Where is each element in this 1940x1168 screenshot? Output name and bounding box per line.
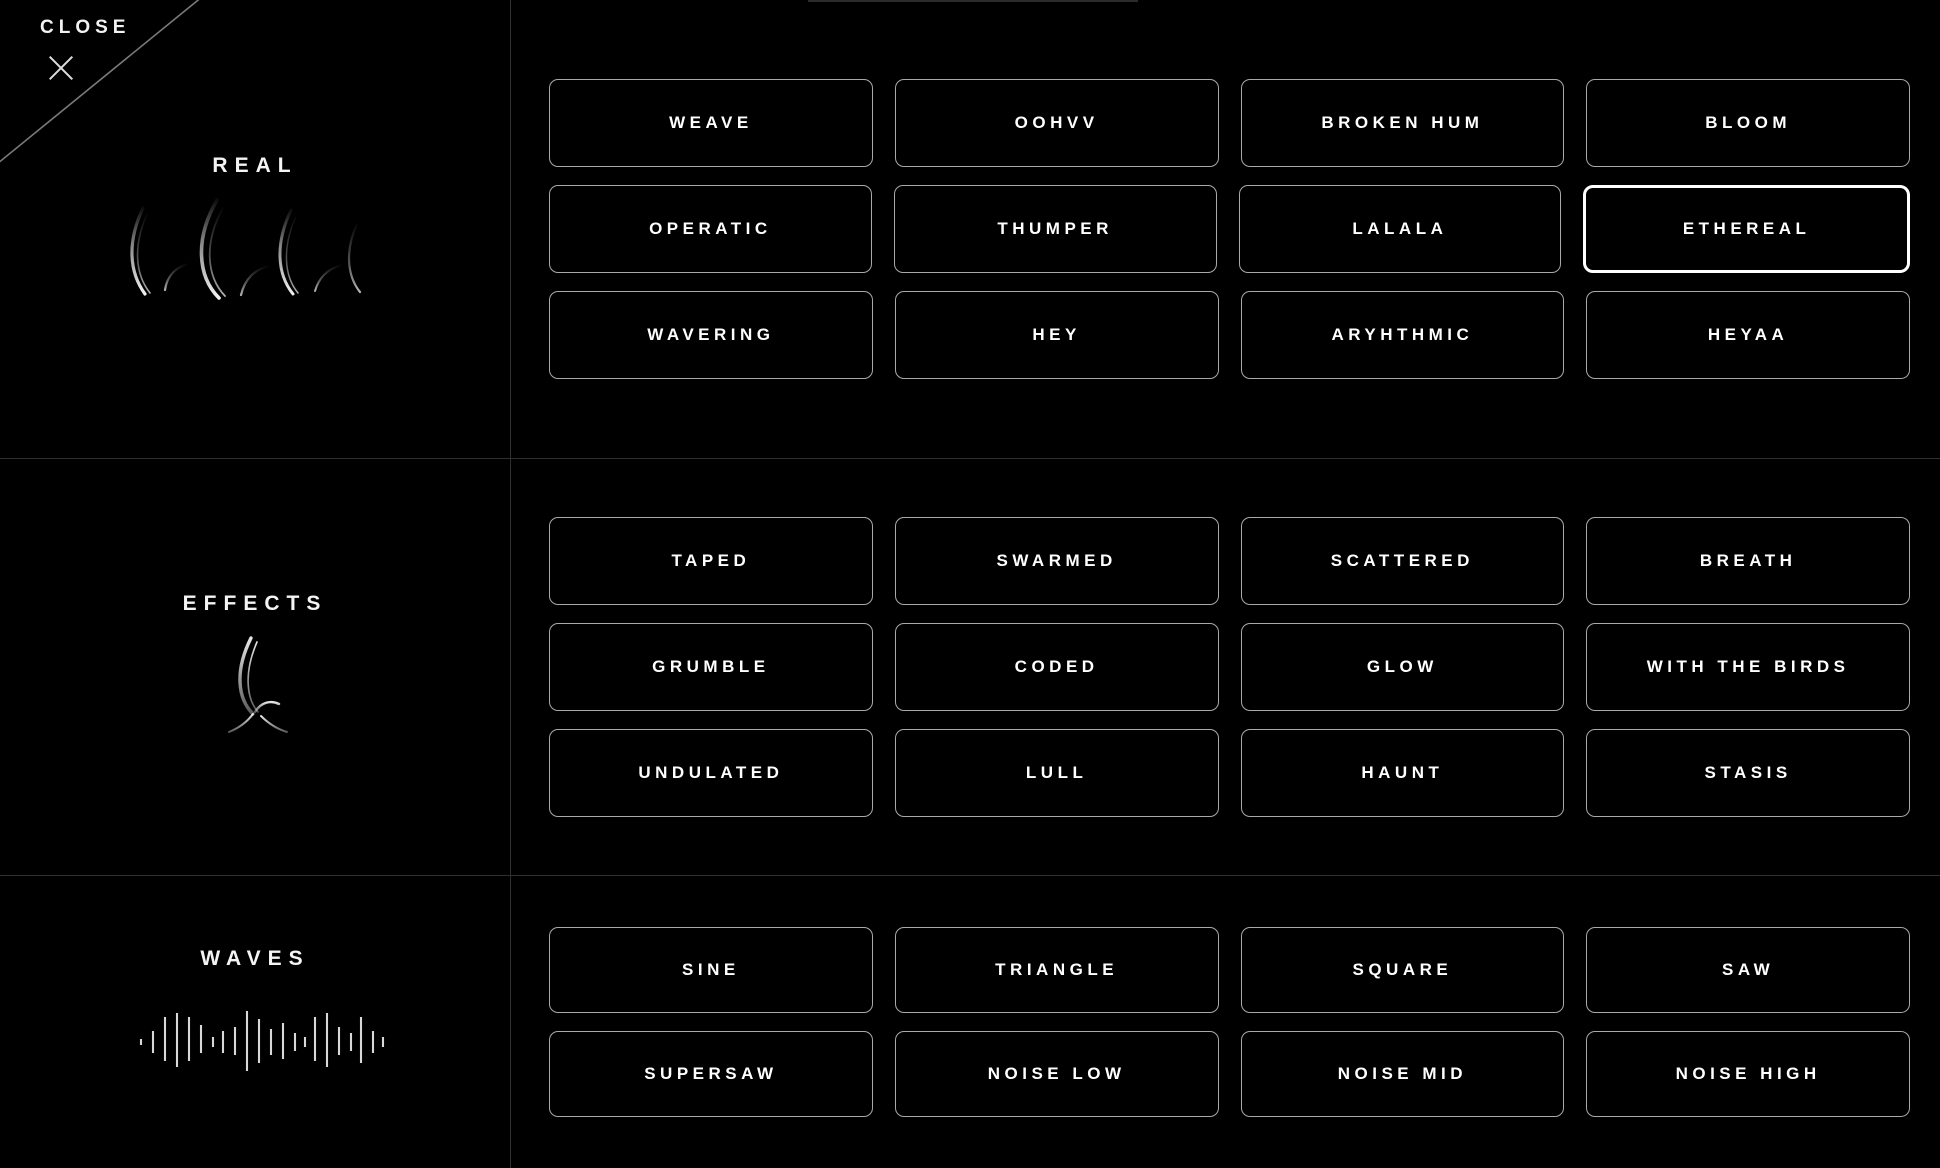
option-grid-waves: SINE TRIANGLE SQUARE SAW SUPERSAW NOISE …: [549, 876, 1910, 1168]
option-button[interactable]: SQUARE: [1240, 927, 1565, 1013]
option-button[interactable]: SWARMED: [894, 517, 1219, 605]
option-button[interactable]: SINE: [549, 927, 873, 1013]
option-button[interactable]: GLOW: [1240, 623, 1565, 711]
option-button[interactable]: BROKEN HUM: [1240, 79, 1565, 167]
grid-row: WEAVE OOHVV BROKEN HUM BLOOM: [549, 79, 1910, 167]
option-grid-real: WEAVE OOHVV BROKEN HUM BLOOM OPERATIC TH…: [549, 0, 1910, 458]
grid-row: GRUMBLE CODED GLOW WITH THE BIRDS: [549, 623, 1910, 711]
category-title-effects: EFFECTS: [182, 592, 328, 615]
option-button[interactable]: NOISE HIGH: [1586, 1031, 1910, 1117]
option-button[interactable]: WITH THE BIRDS: [1586, 623, 1910, 711]
option-button[interactable]: NOISE LOW: [894, 1031, 1219, 1117]
option-button[interactable]: THUMPER: [893, 185, 1217, 273]
option-button[interactable]: BREATH: [1586, 517, 1910, 605]
section-real: REAL WEAVE OOHVV BROKEN HUM BLOOM OPERAT…: [0, 0, 1940, 458]
section-waves: WAVES SINE TRIANGLE SQUARE SAW SUPERSAW …: [0, 876, 1940, 1168]
close-label: CLOSE: [40, 17, 131, 38]
option-button-selected[interactable]: ETHEREAL: [1583, 185, 1910, 273]
option-button[interactable]: SAW: [1586, 927, 1910, 1013]
option-button[interactable]: CODED: [894, 623, 1219, 711]
sound-selector-overlay: CLOSE REAL WEAVE OOHVV BROKEN HUM BLOOM …: [0, 0, 1940, 1168]
grid-row: WAVERING HEY ARYHTHMIC HEYAA: [549, 291, 1910, 379]
option-button[interactable]: LALALA: [1238, 185, 1562, 273]
option-button[interactable]: BLOOM: [1586, 79, 1910, 167]
radial-streaks-graphic: [105, 632, 405, 742]
grid-row: TAPED SWARMED SCATTERED BREATH: [549, 517, 1910, 605]
grid-row: SUPERSAW NOISE LOW NOISE MID NOISE HIGH: [549, 1031, 1910, 1117]
vertical-bars-waveform-graphic: [105, 987, 405, 1097]
arcs-waveform-graphic: [105, 194, 405, 304]
option-button[interactable]: TAPED: [549, 517, 873, 605]
category-title-real: REAL: [212, 154, 298, 177]
option-button[interactable]: WAVERING: [549, 291, 873, 379]
option-button[interactable]: SCATTERED: [1240, 517, 1565, 605]
option-button[interactable]: UNDULATED: [549, 729, 873, 817]
close-x-icon[interactable]: [47, 54, 75, 82]
option-button[interactable]: OOHVV: [894, 79, 1219, 167]
option-button[interactable]: LULL: [894, 729, 1219, 817]
option-button[interactable]: HEYAA: [1586, 291, 1910, 379]
option-button[interactable]: HAUNT: [1240, 729, 1565, 817]
option-button[interactable]: OPERATIC: [549, 185, 872, 273]
category-sidebar-effects: EFFECTS: [0, 459, 510, 875]
close-button[interactable]: CLOSE: [40, 18, 150, 103]
option-grid-effects: TAPED SWARMED SCATTERED BREATH GRUMBLE C…: [549, 459, 1910, 875]
section-effects: EFFECTS TAPED SWARMED SCATTERED BREATH G…: [0, 459, 1940, 875]
option-button[interactable]: SUPERSAW: [549, 1031, 873, 1117]
option-button[interactable]: NOISE MID: [1240, 1031, 1565, 1117]
option-button[interactable]: ARYHTHMIC: [1240, 291, 1565, 379]
category-title-waves: WAVES: [200, 947, 310, 970]
option-button[interactable]: TRIANGLE: [894, 927, 1219, 1013]
grid-row: UNDULATED LULL HAUNT STASIS: [549, 729, 1910, 817]
category-sidebar-waves: WAVES: [0, 876, 510, 1168]
option-button[interactable]: STASIS: [1586, 729, 1910, 817]
option-button[interactable]: GRUMBLE: [549, 623, 873, 711]
grid-row: SINE TRIANGLE SQUARE SAW: [549, 927, 1910, 1013]
grid-row: OPERATIC THUMPER LALALA ETHEREAL: [549, 185, 1910, 273]
option-button[interactable]: HEY: [894, 291, 1219, 379]
option-button[interactable]: WEAVE: [549, 79, 873, 167]
